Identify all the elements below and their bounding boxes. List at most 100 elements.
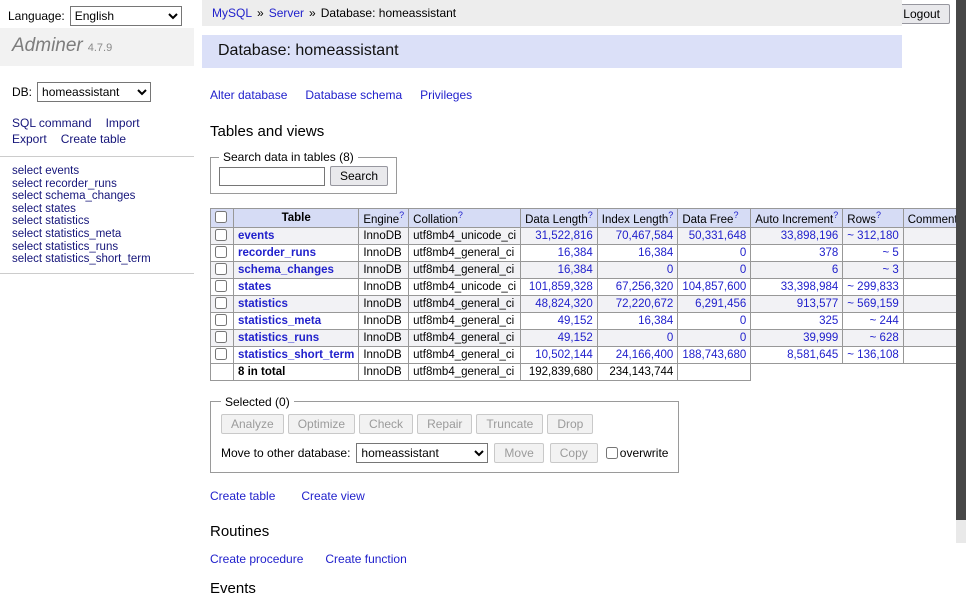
search-button[interactable]: Search bbox=[330, 166, 388, 186]
index-length-link[interactable]: 16,384 bbox=[638, 315, 673, 327]
row-checkbox[interactable] bbox=[215, 263, 227, 275]
table-name-link[interactable]: statistics_meta bbox=[238, 315, 321, 327]
language-select[interactable]: English bbox=[70, 6, 182, 26]
app-version[interactable]: 4.7.9 bbox=[88, 42, 112, 54]
app-name[interactable]: Adminer bbox=[12, 35, 83, 56]
data-free-link[interactable]: 0 bbox=[740, 332, 746, 344]
rows-link[interactable]: ~ 3 bbox=[882, 264, 898, 276]
table-name-link[interactable]: events bbox=[238, 230, 274, 242]
data-length-link[interactable]: 16,384 bbox=[558, 264, 593, 276]
create-function-link[interactable]: Create function bbox=[325, 552, 406, 566]
analyze-button[interactable]: Analyze bbox=[221, 414, 284, 434]
auto-increment-link[interactable]: 8,581,645 bbox=[787, 349, 838, 361]
index-length-link[interactable]: 24,166,400 bbox=[616, 349, 674, 361]
rows-link[interactable]: ~ 628 bbox=[870, 332, 899, 344]
rows-link[interactable]: ~ 299,833 bbox=[847, 281, 898, 293]
row-checkbox[interactable] bbox=[215, 229, 227, 241]
row-checkbox[interactable] bbox=[215, 280, 227, 292]
sidebar-table-link[interactable]: select statistics_short_term bbox=[12, 253, 182, 266]
data-length-link[interactable]: 48,824,320 bbox=[535, 298, 593, 310]
data-length-link[interactable]: 10,502,144 bbox=[535, 349, 593, 361]
create-view-link[interactable]: Create view bbox=[301, 489, 364, 503]
column-help-link[interactable]: ? bbox=[668, 210, 673, 220]
data-length-link[interactable]: 49,152 bbox=[558, 332, 593, 344]
row-checkbox[interactable] bbox=[215, 314, 227, 326]
alter-database-link[interactable]: Alter database bbox=[210, 88, 287, 102]
sidebar-table-link[interactable]: select statistics_runs bbox=[12, 241, 182, 254]
sidebar-table-link[interactable]: select statistics bbox=[12, 215, 182, 228]
database-schema-link[interactable]: Database schema bbox=[305, 88, 402, 102]
sidebar-export-link[interactable]: Export bbox=[12, 132, 47, 146]
create-procedure-link[interactable]: Create procedure bbox=[210, 552, 303, 566]
row-checkbox[interactable] bbox=[215, 348, 227, 360]
data-free-link[interactable]: 0 bbox=[740, 315, 746, 327]
auto-increment-link[interactable]: 33,398,984 bbox=[781, 281, 839, 293]
truncate-button[interactable]: Truncate bbox=[476, 414, 543, 434]
copy-button[interactable]: Copy bbox=[550, 443, 598, 463]
sidebar-create-table-link[interactable]: Create table bbox=[61, 132, 126, 146]
optimize-button[interactable]: Optimize bbox=[288, 414, 355, 434]
data-free-link[interactable]: 50,331,648 bbox=[689, 230, 747, 242]
check-button[interactable]: Check bbox=[359, 414, 413, 434]
column-help-link[interactable]: ? bbox=[733, 210, 738, 220]
auto-increment-link[interactable]: 913,577 bbox=[797, 298, 839, 310]
table-name-link[interactable]: statistics bbox=[238, 298, 288, 310]
rows-link[interactable]: ~ 312,180 bbox=[847, 230, 898, 242]
auto-increment-link[interactable]: 39,999 bbox=[803, 332, 838, 344]
index-length-link[interactable]: 0 bbox=[667, 332, 673, 344]
row-checkbox[interactable] bbox=[215, 331, 227, 343]
data-free-link[interactable]: 0 bbox=[740, 247, 746, 259]
sidebar-import-link[interactable]: Import bbox=[106, 116, 140, 130]
data-free-link[interactable]: 6,291,456 bbox=[695, 298, 746, 310]
table-name-link[interactable]: statistics_runs bbox=[238, 332, 319, 344]
index-length-link[interactable]: 16,384 bbox=[638, 247, 673, 259]
table-name-link[interactable]: schema_changes bbox=[238, 264, 334, 276]
table-name-link[interactable]: recorder_runs bbox=[238, 247, 316, 259]
auto-increment-link[interactable]: 6 bbox=[832, 264, 838, 276]
scrollbar[interactable] bbox=[956, 0, 966, 543]
column-help-link[interactable]: ? bbox=[399, 210, 404, 220]
data-length-link[interactable]: 101,859,328 bbox=[529, 281, 593, 293]
move-button[interactable]: Move bbox=[494, 443, 543, 463]
scrollbar-thumb[interactable] bbox=[956, 0, 966, 520]
breadcrumb-server-link[interactable]: Server bbox=[269, 6, 304, 20]
index-length-link[interactable]: 0 bbox=[667, 264, 673, 276]
auto-increment-link[interactable]: 325 bbox=[819, 315, 838, 327]
sidebar-table-link[interactable]: select statistics_meta bbox=[12, 228, 182, 241]
table-name-link[interactable]: states bbox=[238, 281, 271, 293]
overwrite-checkbox[interactable] bbox=[606, 447, 618, 459]
privileges-link[interactable]: Privileges bbox=[420, 88, 472, 102]
drop-button[interactable]: Drop bbox=[547, 414, 593, 434]
index-length-link[interactable]: 67,256,320 bbox=[616, 281, 674, 293]
data-length-link[interactable]: 49,152 bbox=[558, 315, 593, 327]
index-length-link[interactable]: 70,467,584 bbox=[616, 230, 674, 242]
column-help-link[interactable]: ? bbox=[458, 210, 463, 220]
repair-button[interactable]: Repair bbox=[417, 414, 472, 434]
db-select[interactable]: homeassistant bbox=[37, 82, 151, 102]
rows-link[interactable]: ~ 5 bbox=[882, 247, 898, 259]
sidebar-table-link[interactable]: select events bbox=[12, 165, 182, 178]
sidebar-table-link[interactable]: select recorder_runs bbox=[12, 178, 182, 191]
data-free-link[interactable]: 0 bbox=[740, 264, 746, 276]
index-length-link[interactable]: 72,220,672 bbox=[616, 298, 674, 310]
move-database-select[interactable]: homeassistant bbox=[356, 443, 488, 463]
sidebar-table-link[interactable]: select schema_changes bbox=[12, 190, 182, 203]
column-help-link[interactable]: ? bbox=[876, 210, 881, 220]
sidebar-sql-command-link[interactable]: SQL command bbox=[12, 116, 92, 130]
select-all-checkbox[interactable] bbox=[215, 211, 227, 223]
rows-link[interactable]: ~ 244 bbox=[870, 315, 899, 327]
data-length-link[interactable]: 31,522,816 bbox=[535, 230, 593, 242]
sidebar-table-link[interactable]: select states bbox=[12, 203, 182, 216]
data-free-link[interactable]: 104,857,600 bbox=[682, 281, 746, 293]
row-checkbox[interactable] bbox=[215, 297, 227, 309]
auto-increment-link[interactable]: 33,898,196 bbox=[781, 230, 839, 242]
rows-link[interactable]: ~ 136,108 bbox=[847, 349, 898, 361]
table-name-link[interactable]: statistics_short_term bbox=[238, 349, 354, 361]
data-length-link[interactable]: 16,384 bbox=[558, 247, 593, 259]
breadcrumb-mysql-link[interactable]: MySQL bbox=[212, 6, 252, 20]
row-checkbox[interactable] bbox=[215, 246, 227, 258]
data-free-link[interactable]: 188,743,680 bbox=[682, 349, 746, 361]
search-input[interactable] bbox=[219, 167, 325, 186]
create-table-link[interactable]: Create table bbox=[210, 489, 275, 503]
rows-link[interactable]: ~ 569,159 bbox=[847, 298, 898, 310]
